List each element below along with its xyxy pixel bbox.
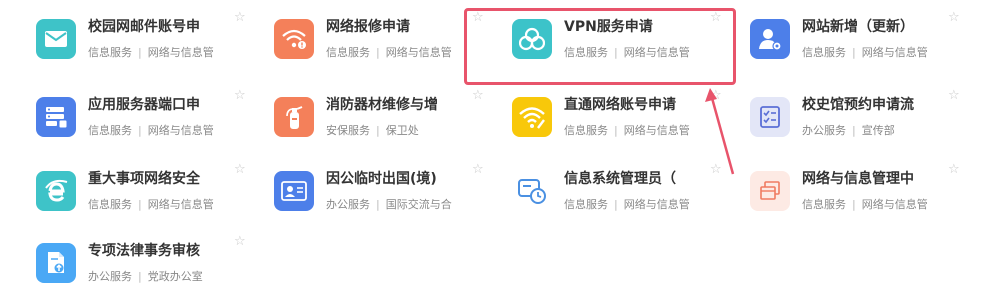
service-department: 网络与信息管 — [861, 198, 928, 211]
service-card-network-security[interactable]: 重大事项网络安全 信息服务 | 网络与信息管 ☆ — [36, 162, 256, 226]
id-card-icon — [274, 171, 314, 211]
favorite-star-icon[interactable]: ☆ — [710, 162, 722, 177]
favorite-star-icon[interactable]: ☆ — [948, 162, 960, 177]
service-department: 网络与信息管 — [147, 46, 214, 59]
favorite-star-icon[interactable]: ☆ — [234, 88, 246, 103]
service-card-legal-review[interactable]: 专项法律事务审核 办公服务 | 党政办公室 ☆ — [36, 234, 256, 298]
service-tags: 信息服务 | 网络与信息管 — [326, 46, 452, 59]
service-tags: 信息服务 | 网络与信息管 — [564, 198, 690, 211]
service-title: 信息系统管理员（ — [564, 171, 676, 187]
service-title: 网站新增（更新） — [802, 19, 914, 35]
service-card-system-admin[interactable]: 信息系统管理员（ 信息服务 | 网络与信息管 ☆ — [512, 162, 732, 226]
favorite-star-icon[interactable]: ☆ — [472, 88, 484, 103]
service-title: 专项法律事务审核 — [88, 243, 200, 259]
checklist-icon — [750, 97, 790, 137]
service-department: 党政办公室 — [147, 270, 203, 283]
service-title: 校史馆预约申请流 — [802, 97, 914, 113]
wifi-icon — [512, 97, 552, 137]
service-department: 网络与信息管 — [861, 46, 928, 59]
service-category: 信息服务 — [564, 124, 608, 137]
service-category: 办公服务 — [802, 124, 846, 137]
service-tags: 信息服务 | 网络与信息管 — [88, 124, 214, 137]
favorite-star-icon[interactable]: ☆ — [472, 162, 484, 177]
service-department: 网络与信息管 — [147, 124, 214, 137]
service-title: 应用服务器端口申 — [88, 97, 200, 113]
service-card-campus-mail[interactable]: 校园网邮件账号申 信息服务 | 网络与信息管 ☆ — [36, 10, 256, 74]
service-card-network-repair[interactable]: 网络报修申请 信息服务 | 网络与信息管 ☆ — [274, 10, 494, 74]
service-card-fire-equipment[interactable]: 消防器材维修与增 安保服务 | 保卫处 ☆ — [274, 88, 494, 152]
service-tags: 安保服务 | 保卫处 — [326, 124, 419, 137]
service-tags: 信息服务 | 网络与信息管 — [802, 46, 928, 59]
service-title: 直通网络账号申请 — [564, 97, 676, 113]
service-tags: 信息服务 | 网络与信息管 — [88, 46, 214, 59]
service-tags: 信息服务 | 网络与信息管 — [802, 198, 928, 211]
service-department: 网络与信息管 — [623, 124, 690, 137]
windows-icon — [750, 171, 790, 211]
service-category: 信息服务 — [326, 46, 370, 59]
service-tags: 信息服务 | 网络与信息管 — [564, 124, 690, 137]
wifi-warning-icon — [274, 19, 314, 59]
service-category: 信息服务 — [88, 124, 132, 137]
service-title: 网络报修申请 — [326, 19, 410, 35]
service-category: 信息服务 — [88, 198, 132, 211]
mail-icon — [36, 19, 76, 59]
service-department: 国际交流与合 — [385, 198, 452, 211]
service-card-website-update[interactable]: 网站新增（更新） 信息服务 | 网络与信息管 ☆ — [750, 10, 970, 74]
service-tags: 办公服务 | 国际交流与合 — [326, 198, 452, 211]
service-category: 安保服务 — [326, 124, 370, 137]
favorite-star-icon[interactable]: ☆ — [234, 234, 246, 249]
service-title: 消防器材维修与增 — [326, 97, 438, 113]
service-category: 信息服务 — [802, 46, 846, 59]
service-department: 保卫处 — [385, 124, 419, 137]
service-category: 办公服务 — [88, 270, 132, 283]
favorite-star-icon[interactable]: ☆ — [234, 162, 246, 177]
service-department: 宣传部 — [861, 124, 895, 137]
service-grid: 校园网邮件账号申 信息服务 | 网络与信息管 ☆ 网络报修申请 信息服务 | 网络与信息… — [0, 0, 1007, 298]
server-icon — [36, 97, 76, 137]
service-tags: 办公服务 | 宣传部 — [802, 124, 895, 137]
system-clock-icon — [512, 171, 552, 211]
service-category: 信息服务 — [564, 198, 608, 211]
favorite-star-icon[interactable]: ☆ — [948, 88, 960, 103]
favorite-star-icon[interactable]: ☆ — [234, 10, 246, 25]
browser-e-icon — [36, 171, 76, 211]
service-card-server-port[interactable]: 应用服务器端口申 信息服务 | 网络与信息管 ☆ — [36, 88, 256, 152]
service-category: 信息服务 — [802, 198, 846, 211]
service-card-museum-booking[interactable]: 校史馆预约申请流 办公服务 | 宣传部 ☆ — [750, 88, 970, 152]
service-category: 办公服务 — [326, 198, 370, 211]
service-category: 信息服务 — [88, 46, 132, 59]
service-card-info-center[interactable]: 网络与信息管理中 信息服务 | 网络与信息管 ☆ — [750, 162, 970, 226]
service-title: 校园网邮件账号申 — [88, 19, 200, 35]
service-department: 网络与信息管 — [623, 198, 690, 211]
favorite-star-icon[interactable]: ☆ — [710, 88, 722, 103]
service-title: 重大事项网络安全 — [88, 171, 200, 187]
service-title: 因公临时出国(境) — [326, 171, 437, 187]
service-tags: 办公服务 | 党政办公室 — [88, 270, 203, 283]
service-department: 网络与信息管 — [385, 46, 452, 59]
fire-extinguisher-icon — [274, 97, 314, 137]
document-upload-icon — [36, 243, 76, 283]
user-settings-icon — [750, 19, 790, 59]
service-tags: 信息服务 | 网络与信息管 — [88, 198, 214, 211]
service-card-overseas-travel[interactable]: 因公临时出国(境) 办公服务 | 国际交流与合 ☆ — [274, 162, 494, 226]
highlight-annotation-box — [464, 8, 736, 85]
service-card-direct-network[interactable]: 直通网络账号申请 信息服务 | 网络与信息管 ☆ — [512, 88, 732, 152]
favorite-star-icon[interactable]: ☆ — [948, 10, 960, 25]
service-title: 网络与信息管理中 — [802, 171, 914, 187]
service-department: 网络与信息管 — [147, 198, 214, 211]
